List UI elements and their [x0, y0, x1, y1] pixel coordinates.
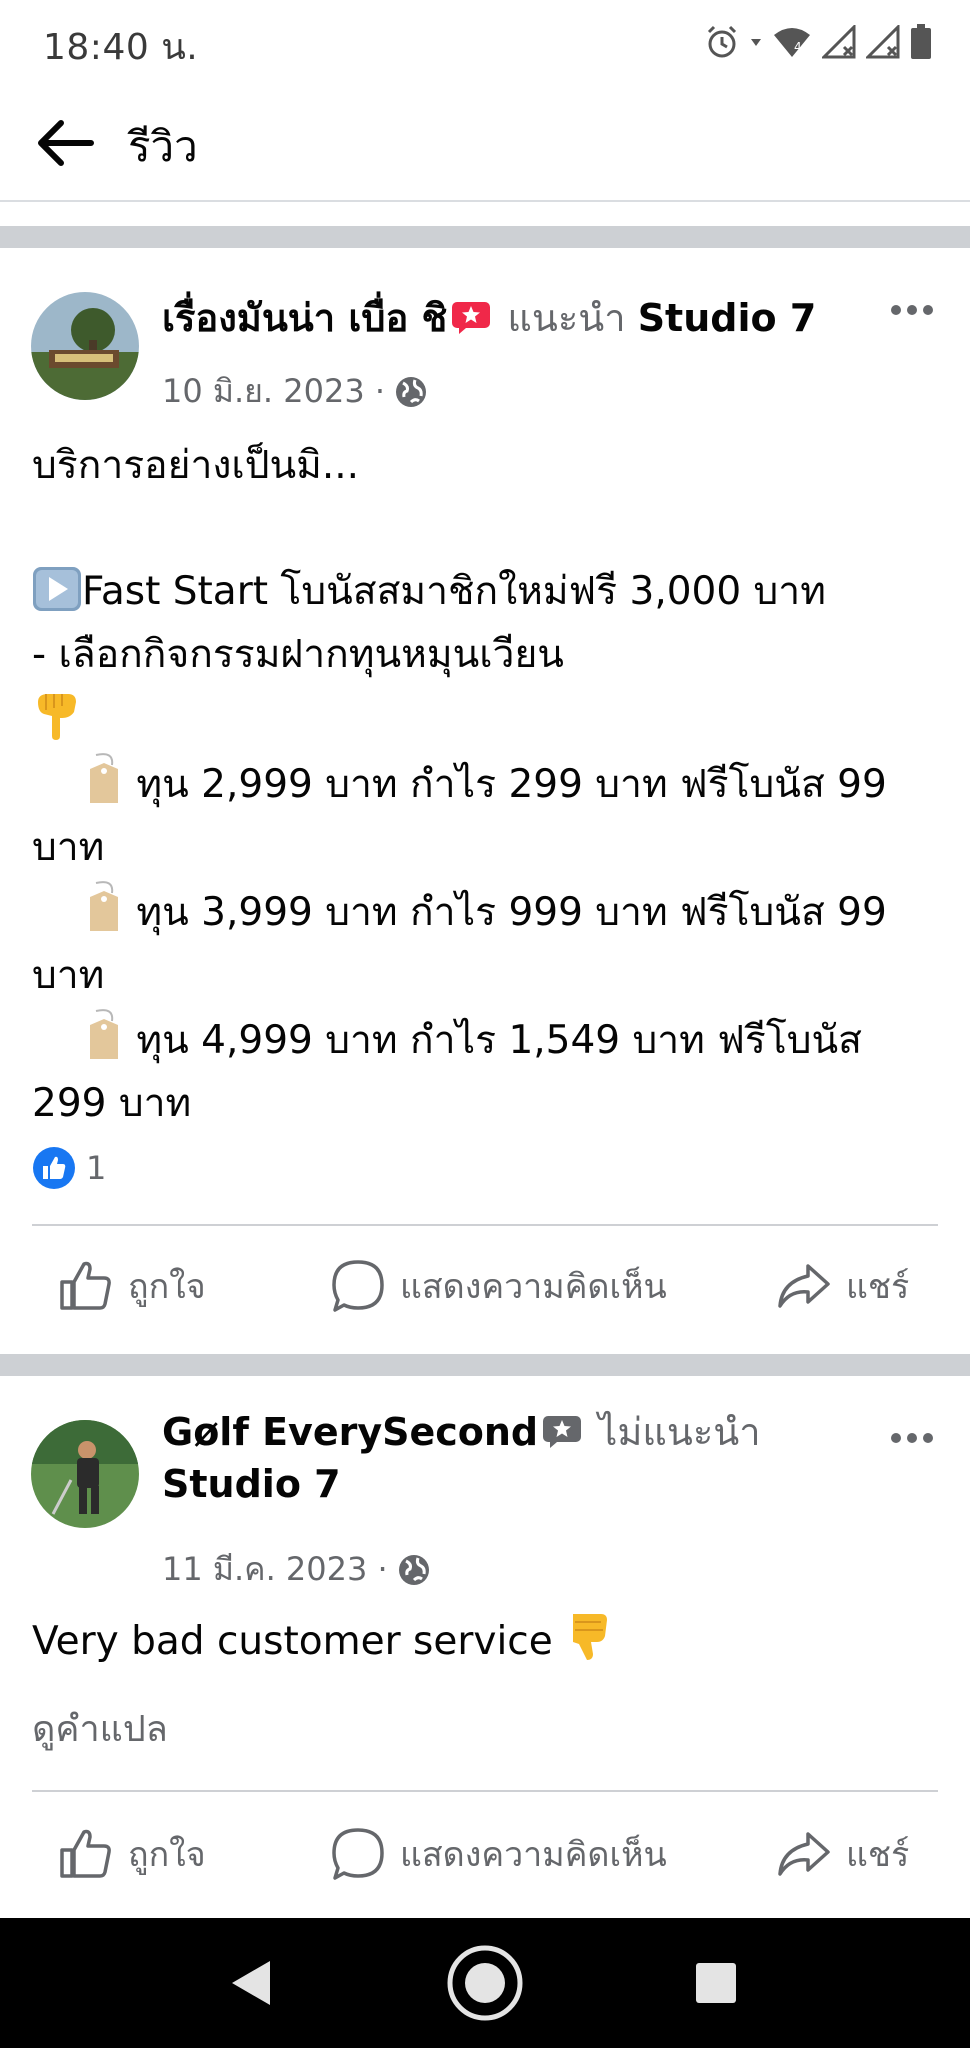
status-time: 18:40 น.: [43, 27, 199, 68]
status-bar: 18:40 น. 4: [0, 0, 970, 84]
recommend-badge-icon: [452, 302, 491, 334]
share-button[interactable]: แชร์: [776, 1814, 909, 1894]
circle-home-icon: [447, 1945, 523, 2021]
post-meta: 11 มี.ค. 2023 ·: [162, 1544, 430, 1595]
more-options-button[interactable]: [882, 290, 942, 330]
body-line: ทุน 4,999 บาท กำไร 1,549 บาท ฟรีโบนัส 29…: [32, 1007, 930, 1135]
arrow-left-icon: [38, 120, 94, 166]
thumbs-down-icon: [573, 1614, 608, 1660]
globe-icon: [398, 1554, 429, 1585]
share-button[interactable]: แชร์: [776, 1246, 909, 1326]
share-label: แชร์: [846, 1267, 910, 1307]
comment-button[interactable]: แสดงความคิดเห็น: [330, 1814, 667, 1894]
post-actions: ถูกใจ แสดงความคิดเห็น แชร์: [0, 1814, 970, 1894]
body-line: บริการอย่างเป็นมิ...: [32, 443, 360, 488]
author-name[interactable]: Gølf EverySecond: [162, 1410, 538, 1454]
post-header: เรื่องมันน่า เบื่อ ชิ แนะนำ Studio 7: [162, 292, 870, 344]
share-icon: [778, 1264, 830, 1308]
nav-home-button[interactable]: [425, 1918, 545, 2048]
avatar[interactable]: [31, 292, 139, 400]
comment-button[interactable]: แสดงความคิดเห็น: [330, 1246, 667, 1326]
body-line: Very bad customer service: [32, 1610, 930, 1673]
post-body: Very bad customer service: [32, 1610, 930, 1673]
thumbs-up-icon: [60, 1261, 111, 1310]
review-post: เรื่องมันน่า เบื่อ ชิ แนะนำ Studio 7 10 …: [0, 248, 970, 1354]
comment-icon: [332, 1828, 384, 1880]
body-line: ทุน 2,999 บาท กำไร 299 บาท ฟรีโบนัส 99 บ…: [32, 751, 930, 879]
battery-icon: [911, 24, 931, 59]
section-separator: [0, 226, 970, 248]
page-title: รีวิว: [128, 122, 198, 171]
like-label: ถูกใจ: [128, 1835, 206, 1875]
recommendation-text: ไม่แนะนำ: [598, 1410, 761, 1454]
post-actions: ถูกใจ แสดงความคิดเห็น แชร์: [0, 1246, 970, 1326]
author-name[interactable]: เรื่องมันน่า เบื่อ ชิ: [162, 296, 447, 340]
page-name[interactable]: Studio 7: [638, 296, 817, 340]
body-line: Fast Start โบนัสสมาชิกใหม่ฟรี 3,000 บาท: [32, 560, 930, 623]
body-text: Very bad customer service: [32, 1619, 553, 1664]
signal-icon-2: [866, 25, 900, 59]
reactions-summary[interactable]: 1: [32, 1146, 106, 1190]
body-text: ทุน 4,999 บาท กำไร 1,549 บาท ฟรีโบนัส 29…: [32, 1018, 862, 1126]
back-button[interactable]: [30, 108, 100, 178]
thumbs-up-icon: [60, 1829, 111, 1878]
price-tag-icon: [90, 881, 118, 931]
avatar[interactable]: [31, 1420, 139, 1528]
recommendation-text: แนะนำ: [507, 296, 626, 340]
like-label: ถูกใจ: [128, 1267, 206, 1307]
globe-icon: [396, 376, 427, 407]
signal-icon: [822, 25, 856, 59]
post-date[interactable]: 10 มิ.ย. 2023 ·: [162, 366, 385, 417]
dropdown-arrow-icon: [751, 39, 761, 46]
post-header: Gølf EverySecond ไม่แนะนำ Studio 7: [162, 1406, 870, 1510]
price-tag-icon: [90, 753, 118, 803]
body-line: ทุน 3,999 บาท กำไร 999 บาท ฟรีโบนัส 99 บ…: [32, 879, 930, 1007]
see-translation-link[interactable]: ดูคำแปล: [32, 1700, 168, 1757]
divider: [32, 1790, 938, 1792]
wifi-icon: 4: [774, 28, 810, 57]
page-name[interactable]: Studio 7: [162, 1462, 341, 1506]
divider: [32, 1224, 938, 1226]
more-options-button[interactable]: [882, 1418, 942, 1458]
share-icon: [778, 1832, 830, 1876]
like-reaction-icon: [33, 1147, 75, 1189]
review-post: Gølf EverySecond ไม่แนะนำ Studio 7 11 มี…: [0, 1376, 970, 1918]
comment-label: แสดงความคิดเห็น: [400, 1267, 667, 1307]
post-date[interactable]: 11 มี.ค. 2023 ·: [162, 1544, 388, 1595]
like-count: 1: [86, 1149, 107, 1187]
nav-back-button[interactable]: [190, 1918, 310, 2048]
body-text: ทุน 3,999 บาท กำไร 999 บาท ฟรีโบนัส 99 บ…: [32, 890, 887, 998]
nav-recents-button[interactable]: [656, 1918, 776, 2048]
body-line-blank: [32, 497, 930, 560]
price-tag-icon: [90, 1009, 118, 1059]
body-line: - เลือกกิจกรรมฝากทุนหมุนเวียน: [32, 632, 564, 677]
comment-icon: [332, 1260, 384, 1312]
not-recommend-badge-icon: [543, 1416, 582, 1448]
body-line: [32, 686, 930, 751]
status-icons: 4: [704, 20, 932, 64]
triangle-back-icon: [232, 1961, 270, 2005]
alarm-icon: [707, 25, 737, 58]
comment-label: แสดงความคิดเห็น: [400, 1835, 667, 1875]
like-button[interactable]: ถูกใจ: [58, 1814, 206, 1894]
like-button[interactable]: ถูกใจ: [58, 1246, 206, 1326]
play-button-icon: [33, 567, 81, 611]
app-header: รีวิว: [0, 84, 970, 202]
svg-text:4: 4: [794, 40, 802, 54]
system-nav-bar: [0, 1918, 970, 2048]
share-label: แชร์: [846, 1835, 910, 1875]
body-text: ทุน 2,999 บาท กำไร 299 บาท ฟรีโบนัส 99 บ…: [32, 762, 887, 870]
pointing-down-icon: [38, 694, 76, 740]
body-text: Fast Start โบนัสสมาชิกใหม่ฟรี 3,000 บาท: [82, 569, 826, 614]
post-body: บริการอย่างเป็นมิ... Fast Start โบนัสสมา…: [32, 434, 930, 1135]
post-meta: 10 มิ.ย. 2023 ·: [162, 366, 427, 417]
square-recents-icon: [696, 1963, 736, 2003]
section-separator: [0, 1354, 970, 1376]
